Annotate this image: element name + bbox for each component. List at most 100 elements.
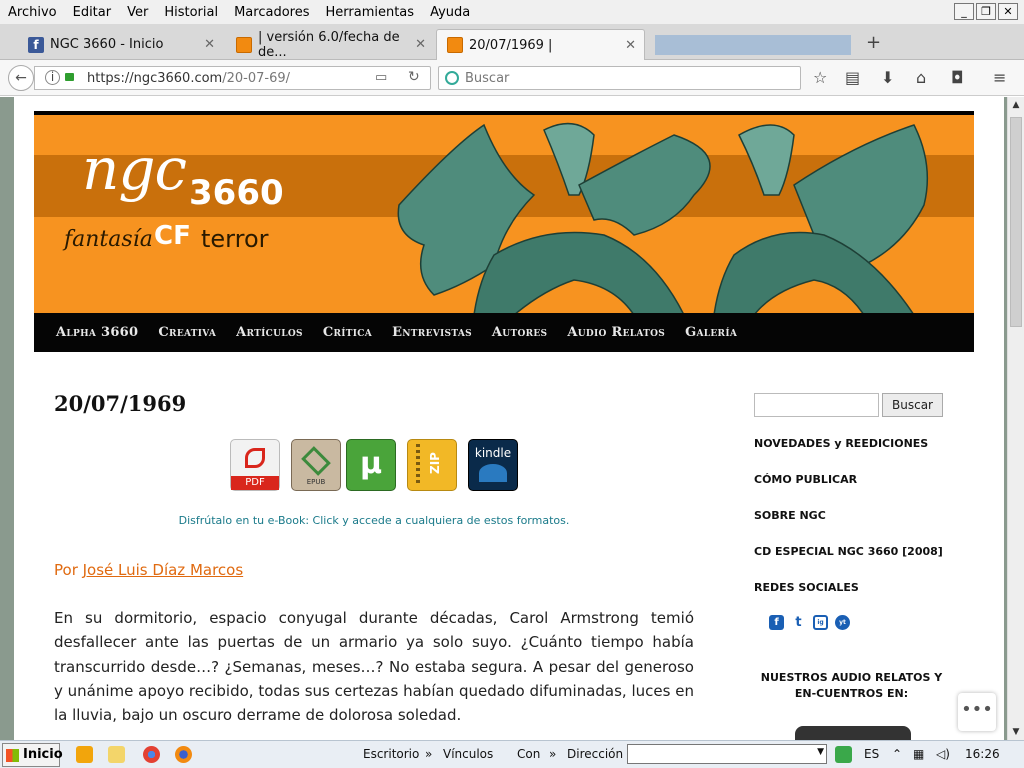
byline: Por José Luis Díaz Marcos [54, 561, 243, 579]
facebook-favicon-icon: f [28, 36, 44, 53]
menu-ver[interactable]: Ver [127, 5, 148, 20]
taskbar-direccion[interactable]: Dirección [567, 747, 623, 761]
sidebar-link-cd-especial[interactable]: CD ESPECIAL NGC 3660 [2008] [754, 545, 943, 558]
reader-view-icon[interactable]: ▭ [375, 70, 387, 85]
language-indicator[interactable]: ES [864, 747, 879, 761]
chrome-icon[interactable] [143, 746, 160, 763]
youtube-icon[interactable]: yt [835, 615, 850, 630]
nav-autores[interactable]: Autores [492, 325, 547, 340]
menu-herramientas[interactable]: Herramientas [326, 5, 415, 20]
post-body: En su dormitorio, espacio conyugal duran… [54, 609, 694, 725]
clock[interactable]: 16:26 [965, 747, 1000, 761]
hamburger-menu-icon[interactable]: ≡ [993, 68, 1006, 87]
go-arrow-icon[interactable] [835, 746, 852, 763]
close-tab-icon[interactable]: ✕ [204, 37, 215, 52]
tab-placeholder[interactable] [655, 35, 851, 55]
menu-marcadores[interactable]: Marcadores [234, 5, 309, 20]
url-path: /20-07-69/ [222, 71, 290, 86]
kindle-download-icon[interactable]: kindle [468, 439, 518, 491]
taskbar-vinculos[interactable]: Vínculos [443, 747, 493, 761]
nav-entrevistas[interactable]: Entrevistas [392, 325, 472, 340]
tab-version[interactable]: | versión 6.0/fecha de de... ✕ [226, 29, 434, 60]
bookmark-star-icon[interactable]: ☆ [813, 68, 827, 87]
nav-galeria[interactable]: Galería [685, 325, 737, 340]
file-explorer-icon[interactable] [108, 746, 125, 763]
site-navigation: Alpha 3660 Creativa Artículos Crítica En… [34, 313, 974, 352]
media-player-icon[interactable] [76, 746, 93, 763]
new-tab-icon[interactable]: + [866, 32, 881, 53]
minimize-button[interactable]: _ [954, 3, 974, 20]
nav-alpha-3660[interactable]: Alpha 3660 [56, 325, 138, 340]
close-tab-icon[interactable]: ✕ [415, 37, 426, 52]
epub-download-icon[interactable]: EPUB [291, 439, 341, 491]
firefox-icon[interactable] [175, 746, 192, 763]
taskbar-con[interactable]: Con [517, 747, 540, 761]
sidebar-search-input[interactable] [754, 393, 879, 417]
windows-taskbar: Inicio Escritorio » Vínculos Con » Direc… [0, 740, 1024, 768]
facebook-icon[interactable]: f [769, 615, 784, 630]
pocket-icon[interactable]: ◘ [951, 68, 964, 87]
download-icon[interactable]: ⬇ [881, 68, 894, 87]
search-placeholder: Buscar [465, 71, 510, 86]
tab-label: NGC 3660 - Inicio [50, 37, 164, 52]
sidebar-search-button[interactable]: Buscar [882, 393, 943, 417]
site-banner[interactable]: ngc 3660 fantasía CF terror [34, 111, 974, 313]
tray-expand-icon[interactable]: ⌃ [892, 747, 902, 761]
close-window-button[interactable]: ✕ [998, 3, 1018, 20]
info-icon[interactable]: i [45, 70, 60, 85]
menu-ayuda[interactable]: Ayuda [430, 5, 470, 20]
menu-bar: Archivo Editar Ver Historial Marcadores … [0, 0, 1024, 24]
tab-active-post[interactable]: 20/07/1969 | ✕ [436, 29, 645, 60]
ngc-favicon-icon [236, 36, 252, 53]
taskbar-address-input[interactable]: ▼ [627, 744, 827, 764]
network-icon[interactable]: ▦ [913, 747, 924, 761]
post-title: 20/07/1969 [54, 391, 187, 416]
volume-icon[interactable]: ◁) [936, 747, 950, 761]
scrollbar-thumb[interactable] [1010, 117, 1022, 327]
taskbar-escritorio[interactable]: Escritorio [363, 747, 419, 761]
scroll-up-icon[interactable]: ▲ [1008, 97, 1024, 113]
tab-ngc-inicio[interactable]: f NGC 3660 - Inicio ✕ [18, 29, 223, 60]
lock-icon[interactable] [65, 73, 74, 81]
sidebar-link-sobre-ngc[interactable]: SOBRE NGC [754, 509, 826, 522]
tab-label: 20/07/1969 | [469, 37, 553, 53]
sidebar-link-novedades[interactable]: NOVEDADES y REEDICIONES [754, 437, 928, 450]
nav-audio-relatos[interactable]: Audio Relatos [567, 325, 665, 340]
back-arrow-icon[interactable]: ← [8, 65, 34, 91]
start-button[interactable]: Inicio [2, 743, 63, 767]
home-icon[interactable]: ⌂ [916, 68, 926, 87]
instagram-icon[interactable]: ig [813, 615, 828, 630]
menu-archivo[interactable]: Archivo [8, 5, 57, 20]
nav-articulos[interactable]: Artículos [236, 325, 303, 340]
more-options-icon[interactable]: ••• [958, 693, 996, 731]
winged-sphinx-illustration [397, 122, 929, 313]
nav-creativa[interactable]: Creativa [158, 325, 216, 340]
maximize-button[interactable]: ❐ [976, 3, 996, 20]
nav-critica[interactable]: Crítica [323, 325, 372, 340]
twitter-icon[interactable]: t [791, 615, 806, 630]
reading-list-icon[interactable]: ▤ [845, 68, 860, 87]
url-bar[interactable]: i https://ngc3660.com/20-07-69/ ▭ ↻ [34, 66, 431, 90]
chevron-down-icon[interactable]: ▼ [817, 747, 824, 757]
url-text[interactable]: https://ngc3660.com/20-07-69/ [87, 71, 290, 86]
pdf-download-icon[interactable]: PDF [230, 439, 280, 491]
taskbar-chevron-icon[interactable]: » [549, 747, 556, 761]
taskbar-chevron-icon[interactable]: » [425, 747, 432, 761]
close-tab-icon[interactable]: ✕ [625, 38, 636, 53]
search-engine-icon[interactable] [445, 71, 459, 85]
scroll-down-icon[interactable]: ▼ [1008, 724, 1024, 740]
menu-historial[interactable]: Historial [164, 5, 218, 20]
windows-flag-icon [6, 749, 19, 762]
utorrent-download-icon[interactable]: µ [346, 439, 396, 491]
author-link[interactable]: José Luis Díaz Marcos [83, 561, 244, 579]
tab-bar: f NGC 3660 - Inicio ✕ | versión 6.0/fech… [0, 24, 1024, 60]
sidebar-link-como-publicar[interactable]: CÓMO PUBLICAR [754, 473, 857, 486]
menu-editar[interactable]: Editar [73, 5, 112, 20]
page-scrollbar[interactable]: ▲ ▼ [1007, 97, 1024, 740]
sidebar-link-redes-sociales[interactable]: REDES SOCIALES [754, 581, 859, 594]
search-bar[interactable]: Buscar [438, 66, 801, 90]
tab-label: | versión 6.0/fecha de de... [258, 29, 400, 60]
reload-icon[interactable]: ↻ [408, 69, 420, 85]
zip-download-icon[interactable]: ZIP [407, 439, 457, 491]
url-domain: https://ngc3660.com [87, 71, 223, 86]
